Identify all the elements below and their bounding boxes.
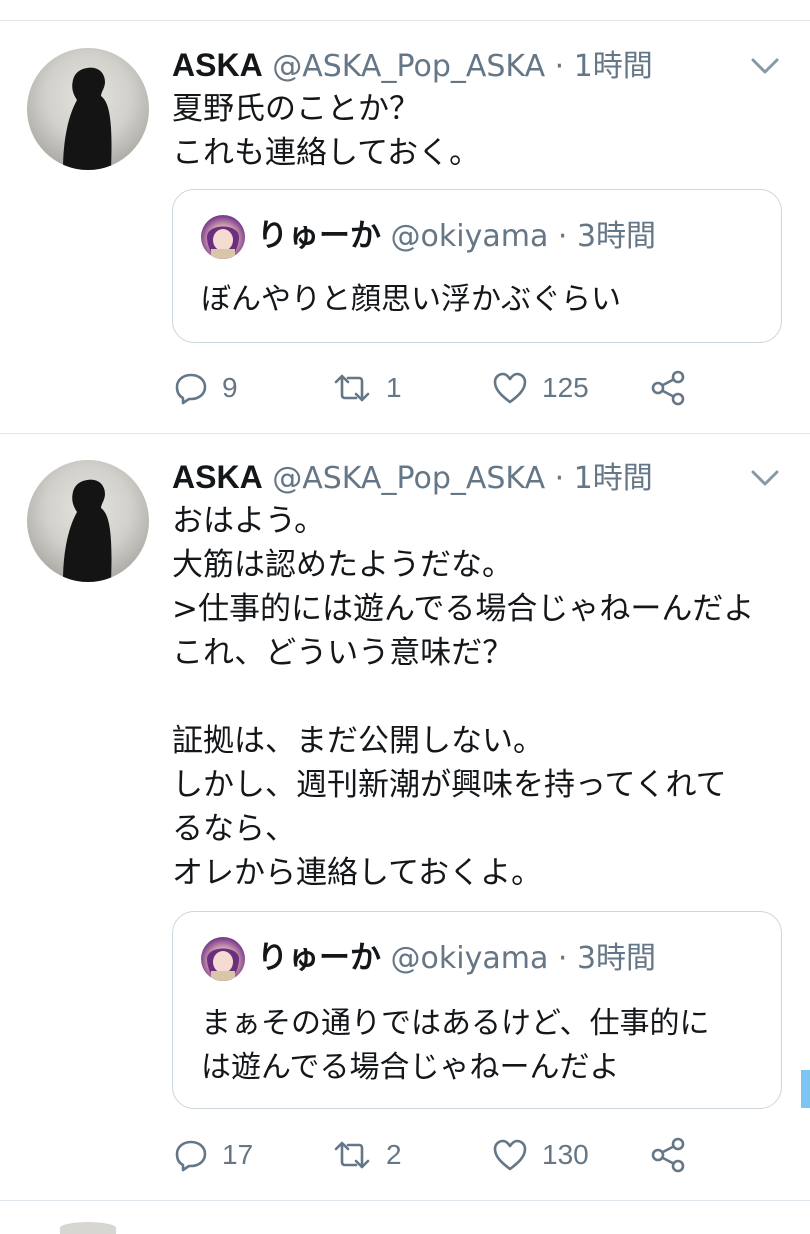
tweet-text: おはよう。 大筋は認めたようだな。 >仕事的には遊んでる場合じゃねーんだよ これ… xyxy=(172,503,755,891)
share-icon xyxy=(651,1137,685,1173)
author-avatar[interactable] xyxy=(27,460,149,582)
share-button[interactable] xyxy=(650,366,686,410)
reply-button[interactable]: 9 xyxy=(174,366,238,410)
quoted-tweet[interactable]: りゅーか @okiyama · 3時間 まぁその通りではあるけど、仕事的に は遊… xyxy=(172,911,782,1109)
retweet-button[interactable]: 1 xyxy=(332,366,402,410)
quoted-author-avatar xyxy=(201,937,245,981)
like-count: 130 xyxy=(542,1139,589,1170)
author-name[interactable]: ASKA xyxy=(172,47,263,83)
quoted-author-name: りゅーか xyxy=(257,940,381,976)
quoted-author-name: りゅーか xyxy=(257,218,381,254)
quoted-author-avatar xyxy=(201,215,245,259)
retweet-count: 1 xyxy=(386,372,402,403)
handle-and-time[interactable]: @ASKA_Pop_ASKA · 1時間 xyxy=(272,49,653,84)
like-count: 125 xyxy=(542,372,589,403)
retweet-count: 2 xyxy=(386,1139,402,1170)
quoted-text: まぁその通りではあるけど、仕事的に は遊んでる場合じゃねーんだよ xyxy=(201,1006,710,1085)
quoted-text: ぼんやりと顔思い浮かぶぐらい xyxy=(201,282,621,317)
tweet-header: ASKA @ASKA_Pop_ASKA · 1時間 xyxy=(172,457,653,497)
tweet-actions: 9 1 125 xyxy=(0,366,810,410)
retweet-icon xyxy=(334,1141,370,1169)
quoted-tweet[interactable]: りゅーか @okiyama · 3時間 ぼんやりと顔思い浮かぶぐらい xyxy=(172,189,782,343)
tweet-actions: 17 2 130 xyxy=(0,1133,810,1177)
tweet-header: ASKA @ASKA_Pop_ASKA · 1時間 xyxy=(172,45,653,85)
next-tweet-avatar-edge xyxy=(60,1222,116,1234)
share-icon xyxy=(651,370,685,406)
like-button[interactable]: 130 xyxy=(492,1133,589,1177)
reply-button[interactable]: 17 xyxy=(174,1133,253,1177)
top-divider xyxy=(0,20,810,21)
tweet-text: 夏野氏のことか？ これも連絡しておく。 xyxy=(172,91,481,171)
quoted-header: りゅーか @okiyama · 3時間 xyxy=(257,936,656,980)
heart-icon xyxy=(493,372,527,404)
retweet-button[interactable]: 2 xyxy=(332,1133,402,1177)
like-button[interactable]: 125 xyxy=(492,366,589,410)
tweet-divider xyxy=(0,1200,810,1201)
retweet-icon xyxy=(334,374,370,402)
chevron-down-icon[interactable] xyxy=(748,460,782,494)
quoted-handle-and-time: @okiyama · 3時間 xyxy=(390,941,657,976)
quoted-header: りゅーか @okiyama · 3時間 xyxy=(257,214,656,258)
author-name[interactable]: ASKA xyxy=(172,459,263,495)
heart-icon xyxy=(493,1139,527,1171)
scrollbar-thumb[interactable] xyxy=(801,1070,810,1108)
quoted-handle-and-time: @okiyama · 3時間 xyxy=(390,219,657,254)
reply-icon xyxy=(175,1140,207,1172)
reply-icon xyxy=(175,373,207,405)
reply-count: 9 xyxy=(222,372,238,403)
share-button[interactable] xyxy=(650,1133,686,1177)
reply-count: 17 xyxy=(222,1139,254,1170)
author-avatar[interactable] xyxy=(27,48,149,170)
chevron-down-icon[interactable] xyxy=(748,48,782,82)
tweet-divider xyxy=(0,433,810,434)
handle-and-time[interactable]: @ASKA_Pop_ASKA · 1時間 xyxy=(272,461,653,496)
